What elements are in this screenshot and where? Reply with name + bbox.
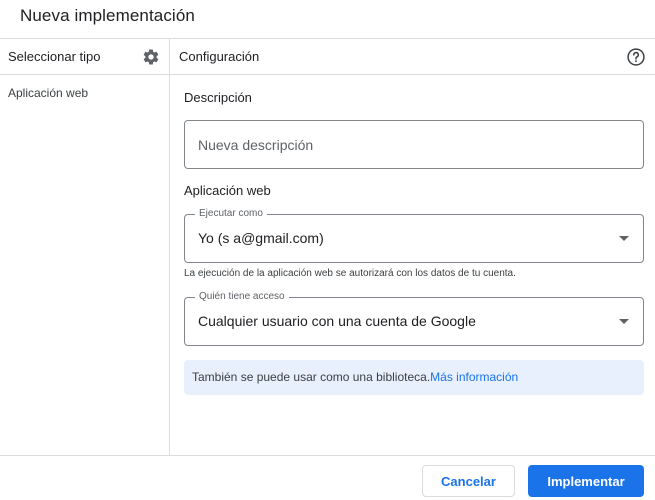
chevron-down-icon — [619, 236, 629, 241]
deploy-button[interactable]: Implementar — [528, 465, 644, 497]
access-select[interactable]: Quién tiene acceso Cualquier usuario con… — [184, 291, 644, 346]
execute-as-value: Yo (s a@gmail.com) — [198, 230, 324, 246]
footer-divider — [0, 455, 655, 456]
type-selector-panel: Seleccionar tipo Aplicación web — [0, 39, 170, 455]
library-info-banner: También se puede usar como una bibliotec… — [184, 360, 644, 395]
sidebar-item-web-app[interactable]: Aplicación web — [8, 86, 88, 100]
execute-as-helper: La ejecución de la aplicación web se aut… — [184, 268, 516, 279]
webapp-heading: Aplicación web — [184, 183, 271, 198]
config-header: Configuración — [170, 39, 655, 75]
description-heading: Descripción — [184, 90, 252, 105]
execute-as-select[interactable]: Ejecutar como Yo (s a@gmail.com) — [184, 208, 644, 263]
help-circle-icon[interactable] — [626, 47, 646, 67]
type-selector-title: Seleccionar tipo — [8, 49, 101, 64]
more-info-link[interactable]: Más información — [430, 370, 518, 384]
type-selector-header: Seleccionar tipo — [0, 39, 169, 75]
library-info-message: También se puede usar como una bibliotec… — [192, 370, 431, 384]
library-info-text: También se puede usar como una bibliotec… — [192, 370, 518, 384]
access-value: Cualquier usuario con una cuenta de Goog… — [198, 313, 476, 329]
description-field[interactable] — [184, 120, 644, 169]
execute-as-label: Ejecutar como — [195, 208, 267, 220]
dialog-title: Nueva implementación — [20, 6, 195, 25]
access-label: Quién tiene acceso — [195, 291, 289, 303]
description-input[interactable] — [185, 121, 643, 168]
chevron-down-icon — [619, 319, 629, 324]
gear-icon[interactable] — [142, 48, 160, 66]
config-title: Configuración — [179, 49, 260, 64]
cancel-button[interactable]: Cancelar — [422, 465, 515, 497]
